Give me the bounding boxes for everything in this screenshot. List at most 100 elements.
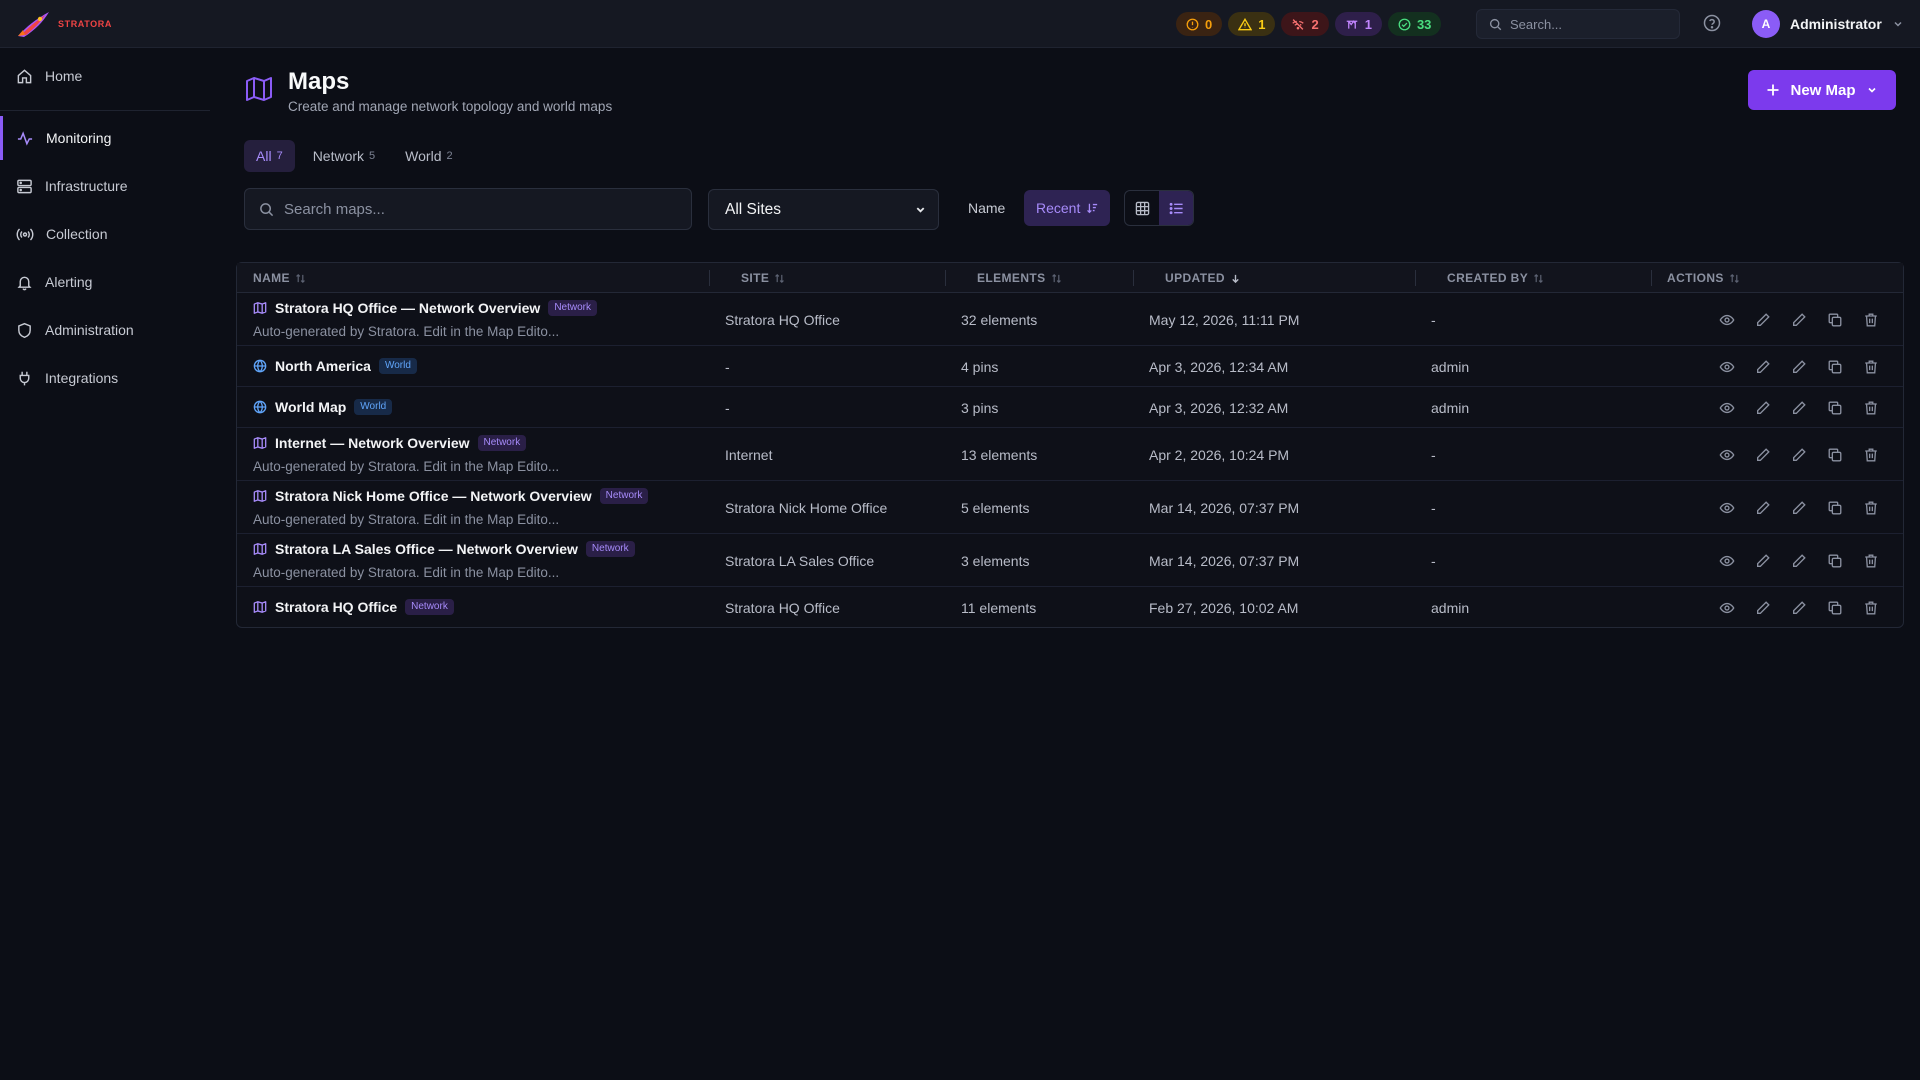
delete-button[interactable] (1861, 498, 1881, 518)
view-button[interactable] (1717, 398, 1737, 418)
rename-button[interactable] (1789, 445, 1809, 465)
tab-all[interactable]: All 7 (244, 140, 295, 172)
table-row[interactable]: North America World - 4 pins Apr 3, 2026… (237, 346, 1903, 387)
rename-button[interactable] (1789, 398, 1809, 418)
view-button[interactable] (1717, 357, 1737, 377)
status-critical-pill[interactable]: 0 (1176, 12, 1223, 36)
global-search-input[interactable]: Search... (1476, 9, 1680, 39)
map-name-cell[interactable]: Stratora LA Sales Office — Network Overv… (253, 541, 635, 557)
sort-by-name-button[interactable]: Name (956, 190, 1017, 226)
status-warning-pill[interactable]: 1 (1228, 12, 1276, 36)
status-down-pill[interactable]: 2 (1281, 12, 1329, 36)
map-name-cell[interactable]: Internet — Network Overview Network (253, 435, 527, 451)
map-name-cell[interactable]: Stratora HQ Office — Network Overview Ne… (253, 300, 597, 316)
view-button[interactable] (1717, 445, 1737, 465)
edit-button[interactable] (1753, 598, 1773, 618)
column-header-updated[interactable]: UPDATED (1165, 263, 1241, 293)
delete-button[interactable] (1861, 398, 1881, 418)
edit-button[interactable] (1753, 551, 1773, 571)
column-header-site[interactable]: SITE (741, 263, 785, 293)
row-actions (1717, 498, 1881, 518)
column-header-elements[interactable]: ELEMENTS (977, 263, 1062, 293)
rename-button[interactable] (1789, 598, 1809, 618)
column-header-name[interactable]: NAME (253, 263, 306, 293)
map-name[interactable]: World Map (275, 399, 346, 415)
status-ok-pill[interactable]: 33 (1387, 12, 1442, 36)
map-description: Auto-generated by Stratora. Edit in the … (253, 512, 560, 527)
duplicate-button[interactable] (1825, 445, 1845, 465)
list-view-button[interactable] (1159, 191, 1193, 225)
tab-network[interactable]: Network 5 (301, 140, 387, 172)
table-row[interactable]: Stratora LA Sales Office — Network Overv… (237, 534, 1903, 587)
sidebar-item-infrastructure[interactable]: Infrastructure (0, 164, 210, 208)
map-name[interactable]: Stratora LA Sales Office — Network Overv… (275, 541, 578, 557)
sidebar-divider (0, 110, 210, 111)
duplicate-button[interactable] (1825, 357, 1845, 377)
map-name-cell[interactable]: World Map World (253, 398, 393, 415)
table-row[interactable]: Internet — Network Overview Network Auto… (237, 428, 1903, 481)
edit-button[interactable] (1753, 310, 1773, 330)
help-button[interactable] (1703, 14, 1723, 34)
table-row[interactable]: Stratora HQ Office — Network Overview Ne… (237, 293, 1903, 346)
sort-by-recent-button[interactable]: Recent (1024, 190, 1111, 226)
view-button[interactable] (1717, 551, 1737, 571)
trash-icon (1863, 600, 1879, 616)
view-button[interactable] (1717, 498, 1737, 518)
user-menu[interactable]: A Administrator (1752, 10, 1904, 38)
edit-button[interactable] (1753, 398, 1773, 418)
map-name[interactable]: Stratora Nick Home Office — Network Over… (275, 488, 592, 504)
duplicate-button[interactable] (1825, 598, 1845, 618)
map-name-cell[interactable]: North America World (253, 357, 417, 374)
duplicate-button[interactable] (1825, 498, 1845, 518)
table-row[interactable]: Stratora HQ Office Network Stratora HQ O… (237, 587, 1903, 628)
status-summary: 0 1 2 1 33 (1176, 12, 1442, 36)
duplicate-button[interactable] (1825, 398, 1845, 418)
delete-button[interactable] (1861, 310, 1881, 330)
duplicate-button[interactable] (1825, 551, 1845, 571)
delete-button[interactable] (1861, 445, 1881, 465)
table-row[interactable]: World Map World - 3 pins Apr 3, 2026, 12… (237, 387, 1903, 428)
rename-button[interactable] (1789, 498, 1809, 518)
map-name[interactable]: North America (275, 358, 371, 374)
grid-view-button[interactable] (1125, 191, 1159, 225)
tab-label: World (405, 148, 442, 164)
rename-button[interactable] (1789, 551, 1809, 571)
tab-world[interactable]: World 2 (393, 140, 464, 172)
edit-button[interactable] (1753, 445, 1773, 465)
sidebar-item-alerting[interactable]: Alerting (0, 260, 210, 304)
view-button[interactable] (1717, 310, 1737, 330)
new-map-button[interactable]: New Map (1748, 70, 1896, 110)
status-maintenance-pill[interactable]: 1 (1334, 12, 1382, 36)
brand-logo[interactable]: STRATORA (16, 9, 112, 39)
map-name-cell[interactable]: Stratora HQ Office Network (253, 598, 454, 615)
sidebar-item-home[interactable]: Home (0, 54, 210, 98)
duplicate-button[interactable] (1825, 310, 1845, 330)
sidebar-item-integrations[interactable]: Integrations (0, 356, 210, 400)
sidebar-item-administration[interactable]: Administration (0, 308, 210, 352)
view-button[interactable] (1717, 598, 1737, 618)
rename-button[interactable] (1789, 310, 1809, 330)
delete-button[interactable] (1861, 598, 1881, 618)
pencil-icon (1755, 312, 1771, 328)
delete-button[interactable] (1861, 551, 1881, 571)
chevron-down-icon (916, 207, 925, 213)
map-name[interactable]: Stratora HQ Office — Network Overview (275, 300, 540, 316)
sidebar-item-collection[interactable]: Collection (0, 212, 210, 256)
table-row[interactable]: Stratora Nick Home Office — Network Over… (237, 481, 1903, 534)
map-search-box[interactable] (244, 188, 692, 230)
sidebar-item-monitoring[interactable]: Monitoring (0, 116, 210, 160)
map-name-cell[interactable]: Stratora Nick Home Office — Network Over… (253, 488, 649, 504)
edit-button[interactable] (1753, 357, 1773, 377)
map-name[interactable]: Stratora HQ Office (275, 599, 397, 615)
copy-icon (1827, 553, 1843, 569)
rename-button[interactable] (1789, 357, 1809, 377)
map-name[interactable]: Internet — Network Overview (275, 435, 470, 451)
top-bar: STRATORA 0 1 2 1 33 Search... A Administ… (0, 0, 1920, 48)
column-header-created-by[interactable]: CREATED BY (1447, 263, 1544, 293)
delete-button[interactable] (1861, 357, 1881, 377)
edit-button[interactable] (1753, 498, 1773, 518)
site-filter-select[interactable]: All Sites (708, 189, 939, 230)
updated-cell: Feb 27, 2026, 10:02 AM (1149, 599, 1299, 616)
created-by-cell: - (1431, 499, 1436, 516)
map-search-input[interactable] (284, 200, 664, 218)
